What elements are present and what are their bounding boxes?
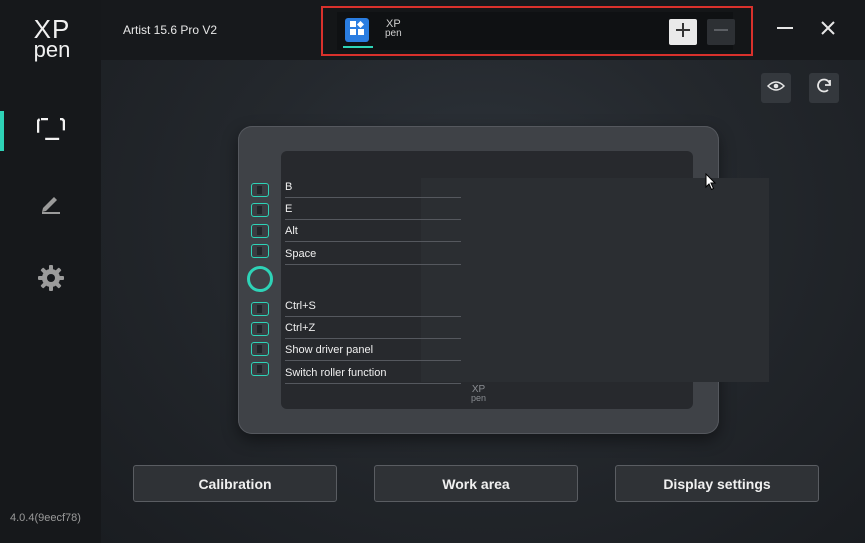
tab-logo-line2: pen (385, 28, 402, 39)
mouse-cursor-icon (705, 172, 717, 196)
tab-all-apps[interactable] (345, 18, 369, 42)
show-hide-button[interactable] (761, 73, 791, 103)
screen-logo-line2: pen (471, 393, 487, 403)
tab-bar: XP pen (337, 12, 735, 50)
version-label: 4.0.4(9eecf78) (10, 512, 81, 524)
express-key-6[interactable] (251, 322, 269, 336)
express-key-8[interactable] (251, 362, 269, 376)
display-settings-button[interactable]: Display settings (615, 465, 819, 502)
sidebar-item-work-area[interactable] (0, 111, 101, 151)
express-key-label-7[interactable]: Show driver panel (285, 340, 461, 361)
eye-icon (766, 79, 786, 97)
main-area: Artist 15.6 Pro V2 XP pen XP pen B E Alt… (101, 0, 865, 543)
titlebar: Artist 15.6 Pro V2 XP pen (101, 0, 865, 60)
tablet-screen-logo: XP pen (471, 385, 487, 403)
express-key-label-4[interactable]: Space (285, 244, 461, 265)
express-key-label-6[interactable]: Ctrl+Z (285, 318, 461, 339)
refresh-button[interactable] (809, 73, 839, 103)
express-key-1[interactable] (251, 183, 269, 197)
fullscreen-icon (36, 117, 65, 145)
sidebar-item-settings[interactable] (0, 260, 101, 300)
refresh-icon (815, 77, 833, 100)
minimize-button[interactable] (772, 18, 798, 42)
express-key-label-8[interactable]: Switch roller function (285, 363, 461, 384)
roller-dial[interactable] (247, 266, 273, 292)
express-key-4[interactable] (251, 244, 269, 258)
pen-icon (39, 192, 63, 219)
active-tab-indicator (343, 46, 373, 48)
close-icon (821, 20, 835, 40)
express-key-3[interactable] (251, 224, 269, 238)
calibration-button[interactable]: Calibration (133, 465, 337, 502)
remove-app-button[interactable] (707, 19, 735, 45)
tab-xppen-app[interactable]: XP pen (385, 19, 402, 39)
minus-icon (714, 23, 728, 42)
express-key-label-1[interactable]: B (285, 177, 461, 198)
logo-line2: pen (33, 37, 71, 62)
xppen-logo: XP pen (22, 16, 82, 62)
express-key-label-3[interactable]: Alt (285, 221, 461, 242)
sidebar-item-pen[interactable] (0, 185, 101, 225)
apps-icon (350, 20, 365, 40)
close-button[interactable] (815, 18, 841, 42)
express-key-label-5[interactable]: Ctrl+S (285, 296, 461, 317)
add-app-button[interactable] (669, 19, 697, 45)
tablet-screen-panel (421, 178, 769, 382)
device-name: Artist 15.6 Pro V2 (123, 23, 218, 37)
gear-icon (37, 264, 65, 297)
app-tabstrip: XP pen (321, 6, 753, 56)
work-area-button[interactable]: Work area (374, 465, 578, 502)
express-key-7[interactable] (251, 342, 269, 356)
express-key-2[interactable] (251, 203, 269, 217)
plus-icon (676, 22, 690, 42)
express-key-5[interactable] (251, 302, 269, 316)
express-key-label-2[interactable]: E (285, 199, 461, 220)
minimize-icon (777, 20, 793, 41)
sidebar: XP pen 4.0.4(9eecf78) (0, 0, 102, 543)
